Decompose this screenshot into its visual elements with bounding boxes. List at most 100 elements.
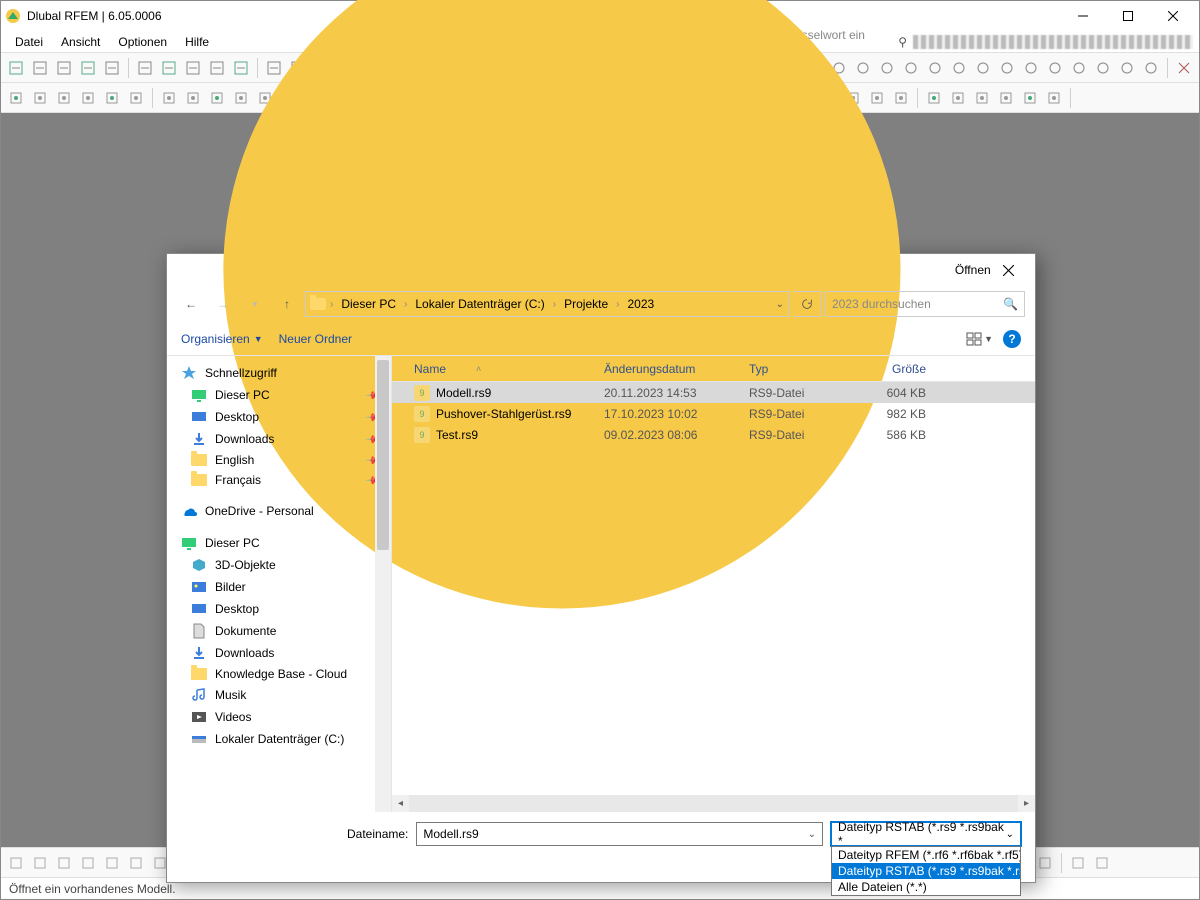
close-button[interactable] [1150, 1, 1195, 31]
tool-r9[interactable] [1044, 57, 1066, 79]
col-size[interactable]: Größe [859, 362, 934, 376]
breadcrumb[interactable]: › Dieser PC› Lokaler Datenträger (C:)› P… [305, 291, 789, 317]
tool-r12[interactable] [1116, 57, 1138, 79]
t2-40[interactable] [1019, 87, 1041, 109]
nav-music[interactable]: Musik [167, 684, 391, 706]
b-43[interactable] [1091, 852, 1113, 874]
nav-videos[interactable]: Videos [167, 706, 391, 728]
nav-disk-c[interactable]: Lokaler Datenträger (C:) [167, 728, 391, 750]
t2-4[interactable] [101, 87, 123, 109]
nav-up-button[interactable]: ↑ [273, 290, 301, 318]
t2-1[interactable] [29, 87, 51, 109]
tool-r11[interactable] [1092, 57, 1114, 79]
filetype-option[interactable]: Dateityp RFEM (*.rf6 *.rf6bak *.rf5) [832, 847, 1020, 863]
nav-forward-button[interactable]: → [209, 290, 237, 318]
scroll-right-icon[interactable]: ▸ [1018, 795, 1035, 812]
t2-3[interactable] [77, 87, 99, 109]
menu-datei[interactable]: Datei [7, 33, 51, 51]
bc-disk-c[interactable]: Lokaler Datenträger (C:) [411, 295, 548, 313]
search-placeholder: 2023 durchsuchen [832, 297, 931, 311]
file-row[interactable]: 9Modell.rs920.11.2023 14:53RS9-Datei604 … [392, 382, 1035, 403]
tool-r10[interactable] [1068, 57, 1090, 79]
status-text: Öffnet ein vorhandenes Modell. [9, 882, 176, 896]
filename-input[interactable]: Modell.rs9 ⌄ [416, 822, 823, 846]
tool-5[interactable] [134, 57, 156, 79]
tool-r5[interactable] [948, 57, 970, 79]
tool-0[interactable] [5, 57, 27, 79]
b-41[interactable] [1034, 852, 1056, 874]
tool-r13[interactable] [1140, 57, 1162, 79]
t2-37[interactable] [947, 87, 969, 109]
nav-scrollbar[interactable] [375, 356, 391, 812]
tool-1[interactable] [29, 57, 51, 79]
bc-2023[interactable]: 2023 [623, 295, 658, 313]
tool-r8[interactable] [1020, 57, 1042, 79]
nav-this-pc-2[interactable]: Dieser PC [167, 532, 391, 554]
nav-recent-button[interactable]: ▾ [241, 290, 269, 318]
nav-documents[interactable]: Dokumente [167, 620, 391, 642]
tool-r7[interactable] [996, 57, 1018, 79]
file-row[interactable]: 9Test.rs909.02.2023 08:06RS9-Datei586 KB [392, 424, 1035, 445]
nav-kb[interactable]: Knowledge Base - Cloud [167, 664, 391, 684]
t2-41[interactable] [1043, 87, 1065, 109]
search-input[interactable]: 2023 durchsuchen 🔍 [825, 291, 1025, 317]
menu-ansicht[interactable]: Ansicht [53, 33, 108, 51]
b-0[interactable] [5, 852, 27, 874]
nav-back-button[interactable]: ← [177, 290, 205, 318]
tool-r6[interactable] [972, 57, 994, 79]
menu-optionen[interactable]: Optionen [110, 33, 175, 51]
chevron-down-icon[interactable]: ⌄ [808, 829, 816, 840]
b-42[interactable] [1067, 852, 1089, 874]
t2-2[interactable] [53, 87, 75, 109]
tool-3[interactable] [77, 57, 99, 79]
bc-projekte[interactable]: Projekte [560, 295, 612, 313]
t2-5[interactable] [125, 87, 147, 109]
tool-2[interactable] [53, 57, 75, 79]
t2-38[interactable] [971, 87, 993, 109]
col-type[interactable]: Typ [741, 362, 859, 376]
nav-onedrive[interactable]: OneDrive - Personal [167, 500, 391, 522]
file-pane: Name˄ Änderungsdatum Typ Größe 9Modell.r… [392, 356, 1035, 812]
b-5[interactable] [125, 852, 147, 874]
nav-3d-objects[interactable]: 3D-Objekte [167, 554, 391, 576]
nav-desktop-1[interactable]: Desktop📌 [167, 406, 391, 428]
filetype-option[interactable]: Alle Dateien (*.*) [832, 879, 1020, 895]
t2-0[interactable] [5, 87, 27, 109]
nav-this-pc-1[interactable]: Dieser PC📌 [167, 384, 391, 406]
b-2[interactable] [53, 852, 75, 874]
col-name[interactable]: Name˄ [406, 362, 596, 376]
dialog-close-button[interactable] [991, 255, 1027, 285]
view-options-button[interactable]: ▼ [966, 331, 993, 347]
b-4[interactable] [101, 852, 123, 874]
b-3[interactable] [77, 852, 99, 874]
nav-downloads-1[interactable]: Downloads📌 [167, 428, 391, 450]
breadcrumb-dropdown-icon[interactable]: ⌄ [776, 299, 784, 310]
tool-4[interactable] [101, 57, 123, 79]
col-date[interactable]: Änderungsdatum [596, 362, 741, 376]
file-icon: 9 [414, 427, 430, 443]
new-folder-button[interactable]: Neuer Ordner [279, 332, 352, 346]
file-row[interactable]: 9Pushover-Stahlgerüst.rs917.10.2023 10:0… [392, 403, 1035, 424]
h-scrollbar[interactable]: ◂ ▸ [392, 795, 1035, 812]
filetype-select[interactable]: Dateityp RSTAB (*.rs9 *.rs9bak * ⌄ [831, 822, 1021, 846]
column-headers: Name˄ Änderungsdatum Typ Größe [392, 356, 1035, 382]
nav-francais[interactable]: Français📌 [167, 470, 391, 490]
nav-downloads-2[interactable]: Downloads [167, 642, 391, 664]
nav-english[interactable]: English📌 [167, 450, 391, 470]
tool-last[interactable] [1173, 57, 1195, 79]
app-icon [5, 8, 21, 24]
b-1[interactable] [29, 852, 51, 874]
refresh-button[interactable] [793, 291, 821, 317]
help-button[interactable]: ? [1003, 330, 1021, 348]
scroll-left-icon[interactable]: ◂ [392, 795, 409, 812]
nav-pictures[interactable]: Bilder [167, 576, 391, 598]
nav-quick-access[interactable]: Schnellzugriff [167, 362, 391, 384]
minimize-button[interactable] [1060, 1, 1105, 31]
nav-desktop-2[interactable]: Desktop [167, 598, 391, 620]
license-info [913, 35, 1193, 49]
filetype-option[interactable]: Dateityp RSTAB (*.rs9 *.rs9bak *.rs8) [832, 863, 1020, 879]
t2-39[interactable] [995, 87, 1017, 109]
organize-button[interactable]: Organisieren ▼ [181, 332, 263, 346]
bc-this-pc[interactable]: Dieser PC [337, 295, 400, 313]
maximize-button[interactable] [1105, 1, 1150, 31]
